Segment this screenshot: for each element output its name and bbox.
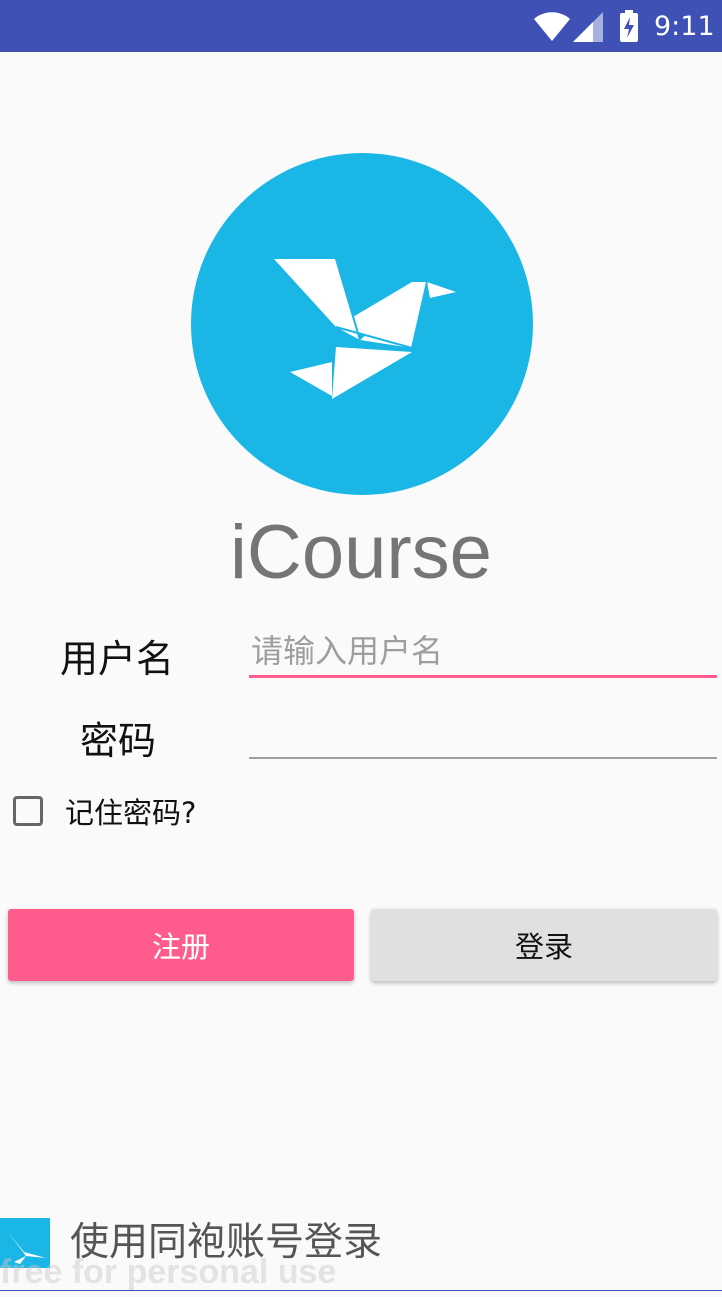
register-button[interactable]: 注册 [8, 909, 354, 981]
remember-password-label[interactable]: 记住密码? [65, 790, 196, 832]
username-input[interactable] [249, 626, 717, 678]
app-title: iCourse [230, 510, 492, 595]
origami-bird-icon [191, 153, 533, 495]
battery-charging-icon [620, 10, 638, 42]
remember-password-checkbox[interactable] [13, 796, 43, 826]
status-time: 9:11 [654, 11, 715, 42]
signal-icon [573, 12, 603, 42]
password-input[interactable] [249, 707, 717, 759]
wifi-icon [534, 12, 570, 41]
username-label: 用户名 [60, 637, 175, 681]
remember-password-row[interactable]: 记住密码? [13, 790, 196, 832]
status-bar: 9:11 [0, 0, 722, 52]
password-label: 密码 [80, 719, 157, 763]
login-button[interactable]: 登录 [371, 909, 717, 981]
watermark-text: free for personal use [0, 1253, 337, 1291]
